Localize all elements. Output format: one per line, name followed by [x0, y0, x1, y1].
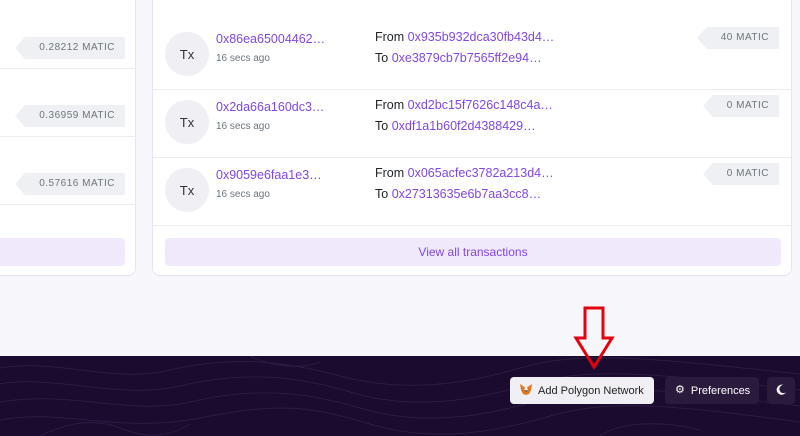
footer: Add Polygon Network ⚙ Preferences — [0, 356, 800, 436]
transaction-row: Tx 0x2da66a160dc3… 16 secs ago From 0xd2… — [153, 90, 791, 158]
from-label: From — [375, 30, 405, 44]
view-all-blocks-button[interactable] — [0, 238, 125, 266]
view-all-transactions-button[interactable]: View all transactions — [165, 238, 781, 266]
to-address-link[interactable]: 0x27313635e6b7aa3cc8… — [392, 187, 541, 201]
add-polygon-network-button[interactable]: Add Polygon Network — [510, 377, 654, 404]
to-label: To — [375, 187, 389, 201]
tx-value-badge: 40 MATIC — [696, 27, 779, 49]
from-label: From — [375, 98, 405, 112]
block-reward-badge: 0.57616 MATIC — [15, 173, 125, 195]
tx-from: From 0x065acfec3782a213d4… — [375, 166, 554, 180]
tx-avatar: Tx — [165, 100, 209, 144]
tx-from: From 0x935b932dca30fb43d4… — [375, 30, 554, 44]
tx-time: 16 secs ago — [216, 53, 270, 64]
tx-avatar: Tx — [165, 168, 209, 212]
latest-transactions-card: Tx 0x86ea65004462… 16 secs ago From 0x93… — [152, 0, 792, 276]
add-network-label: Add Polygon Network — [538, 384, 644, 397]
preferences-button[interactable]: ⚙ Preferences — [665, 377, 759, 404]
metamask-fox-icon — [520, 383, 532, 398]
from-address-link[interactable]: 0xd2bc15f7626c148c4a… — [408, 98, 553, 112]
from-label: From — [375, 166, 405, 180]
to-address-link[interactable]: 0xdf1a1b60f2d4388429… — [392, 119, 536, 133]
tx-hash-link[interactable]: 0x2da66a160dc3… — [216, 100, 324, 114]
block-reward-badge: 0.36959 MATIC — [15, 105, 125, 127]
tx-to: To 0xe3879cb7b7565ff2e94… — [375, 51, 542, 65]
block-row: 0.57616 MATIC — [0, 137, 137, 205]
preferences-label: Preferences — [690, 384, 751, 397]
tx-value-badge: 0 MATIC — [702, 95, 779, 117]
block-row: 0.28212 MATIC — [0, 1, 137, 69]
tx-from: From 0xd2bc15f7626c148c4a… — [375, 98, 553, 112]
block-row: 0.36959 MATIC — [0, 69, 137, 137]
moon-icon — [776, 384, 787, 398]
gears-icon: ⚙ — [675, 384, 685, 396]
to-label: To — [375, 119, 389, 133]
to-label: To — [375, 51, 389, 65]
dark-mode-toggle[interactable] — [767, 377, 795, 404]
tx-time: 16 secs ago — [216, 189, 270, 200]
tx-time: 16 secs ago — [216, 121, 270, 132]
tx-hash-link[interactable]: 0x9059e6faa1e3… — [216, 168, 322, 182]
tx-value-badge: 0 MATIC — [702, 163, 779, 185]
from-address-link[interactable]: 0x935b932dca30fb43d4… — [408, 30, 555, 44]
tx-to: To 0x27313635e6b7aa3cc8… — [375, 187, 541, 201]
transaction-row: Tx 0x9059e6faa1e3… 16 secs ago From 0x06… — [153, 158, 791, 226]
from-address-link[interactable]: 0x065acfec3782a213d4… — [408, 166, 554, 180]
block-reward-badge: 0.28212 MATIC — [15, 37, 125, 59]
red-arrow-annotation — [573, 306, 615, 370]
transaction-row: Tx 0x86ea65004462… 16 secs ago From 0x93… — [153, 22, 791, 90]
tx-avatar: Tx — [165, 32, 209, 76]
to-address-link[interactable]: 0xe3879cb7b7565ff2e94… — [392, 51, 542, 65]
latest-blocks-card: 0.28212 MATIC 0.36959 MATIC 0.57616 MATI… — [0, 0, 137, 276]
tx-to: To 0xdf1a1b60f2d4388429… — [375, 119, 536, 133]
tx-hash-link[interactable]: 0x86ea65004462… — [216, 32, 325, 46]
